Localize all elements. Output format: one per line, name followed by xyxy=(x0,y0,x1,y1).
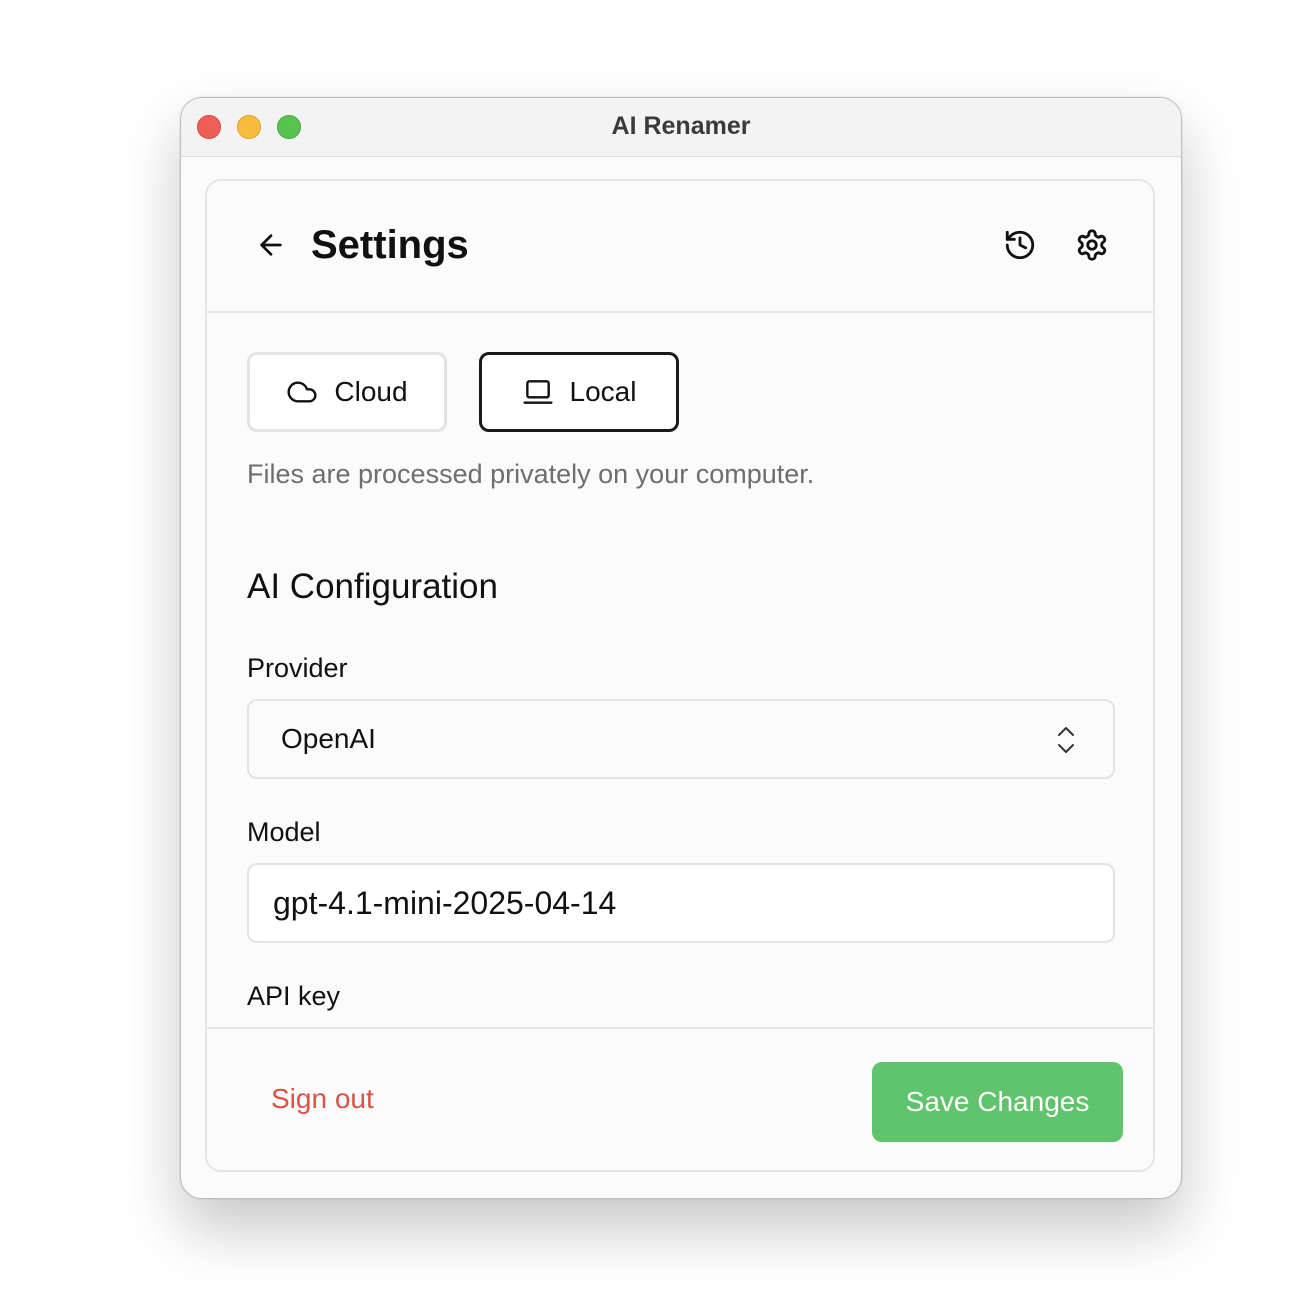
title-bar: AI Renamer xyxy=(181,98,1181,157)
mode-cloud-button[interactable]: Cloud xyxy=(247,352,447,432)
provider-label: Provider xyxy=(247,653,348,683)
provider-select-value: OpenAI xyxy=(281,723,376,754)
page-title: Settings xyxy=(311,223,469,267)
maximize-window-button[interactable] xyxy=(277,115,301,139)
mode-description: Files are processed privately on your co… xyxy=(247,459,815,489)
settings-header: Settings xyxy=(207,181,1153,313)
ai-configuration-heading: AI Configuration xyxy=(247,567,498,606)
api-key-label: API key xyxy=(247,981,341,1011)
cloud-icon xyxy=(287,381,317,403)
laptop-icon xyxy=(522,380,553,404)
close-window-button[interactable] xyxy=(197,115,221,139)
minimize-window-button[interactable] xyxy=(237,115,261,139)
mode-cloud-label: Cloud xyxy=(334,376,408,407)
mode-local-label: Local xyxy=(569,376,637,407)
model-input[interactable] xyxy=(247,863,1115,943)
save-changes-button[interactable]: Save Changes xyxy=(872,1062,1123,1142)
app-window: AI Renamer Settings Cloud Local Files ar… xyxy=(180,97,1182,1199)
sign-out-link[interactable]: Sign out xyxy=(271,1083,374,1115)
settings-footer: Sign out Save Changes xyxy=(207,1027,1153,1170)
history-icon[interactable] xyxy=(1003,228,1037,262)
gear-icon[interactable] xyxy=(1075,228,1109,262)
settings-card: Settings Cloud Local Files are processed… xyxy=(205,179,1155,1172)
arrow-left-icon[interactable] xyxy=(255,229,287,261)
chevron-up-down-icon xyxy=(1058,727,1074,753)
model-label: Model xyxy=(247,817,321,847)
provider-select[interactable]: OpenAI xyxy=(247,699,1115,779)
mode-local-button[interactable]: Local xyxy=(479,352,679,432)
window-title: AI Renamer xyxy=(611,112,751,140)
